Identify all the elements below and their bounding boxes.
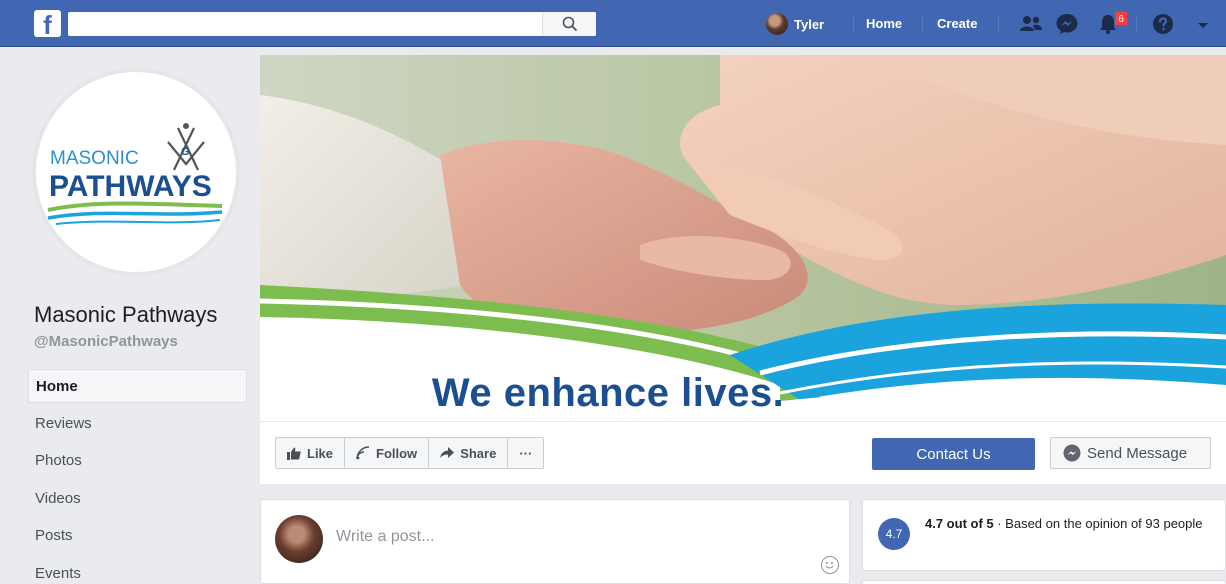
divider bbox=[998, 16, 999, 32]
tab-videos[interactable]: Videos bbox=[28, 482, 247, 520]
tab-home[interactable]: Home bbox=[28, 369, 247, 403]
profile-link[interactable]: Tyler bbox=[766, 13, 824, 35]
rating-headline: 4.7 out of 5 bbox=[925, 516, 994, 531]
tab-posts[interactable]: Posts bbox=[28, 519, 247, 557]
logo-text-bottom: PATHWAYS bbox=[49, 170, 212, 203]
friends-icon[interactable] bbox=[1018, 13, 1042, 35]
square-compass-emblem-icon: G bbox=[167, 123, 205, 171]
logo-text-top: MASONIC bbox=[50, 148, 139, 169]
rating-score-badge: 4.7 bbox=[878, 518, 910, 550]
masonic-pathways-logo: MASONIC PATHWAYS G bbox=[47, 123, 223, 225]
more-options-button[interactable]: ··· bbox=[508, 438, 543, 468]
avatar bbox=[275, 515, 323, 563]
page-sidebar: MASONIC PATHWAYS G Masonic Pathways @Mas… bbox=[0, 47, 260, 584]
search-input[interactable] bbox=[68, 12, 544, 36]
help-icon[interactable] bbox=[1152, 13, 1176, 35]
like-label: Like bbox=[307, 445, 334, 461]
share-arrow-icon bbox=[440, 447, 455, 458]
avatar bbox=[766, 13, 788, 35]
user-name: Tyler bbox=[794, 16, 825, 32]
follow-label: Follow bbox=[376, 445, 418, 461]
page-name[interactable]: Masonic Pathways bbox=[34, 302, 217, 328]
notification-count-badge: 6 bbox=[1114, 11, 1128, 26]
search-icon bbox=[562, 16, 578, 32]
dropdown-icon[interactable] bbox=[1196, 13, 1210, 35]
search-bar bbox=[68, 12, 596, 36]
messenger-icon[interactable] bbox=[1055, 13, 1079, 35]
cover-tagline: We enhance lives. bbox=[431, 371, 785, 415]
search-button[interactable] bbox=[542, 12, 596, 36]
send-message-button[interactable]: Send Message bbox=[1050, 437, 1211, 469]
rating-detail: · Based on the opinion of 93 people bbox=[993, 516, 1203, 531]
post-composer: Write a post... bbox=[260, 499, 850, 584]
write-post-input[interactable]: Write a post... bbox=[336, 528, 434, 546]
thumbs-up-icon bbox=[287, 447, 301, 460]
follow-button[interactable]: Follow bbox=[345, 438, 430, 468]
rss-follow-icon bbox=[356, 446, 370, 460]
tab-events[interactable]: Events bbox=[28, 557, 247, 584]
share-button[interactable]: Share bbox=[429, 438, 509, 468]
divider bbox=[922, 16, 923, 32]
divider bbox=[1136, 16, 1137, 32]
page-action-buttons: Like Follow Share ··· bbox=[275, 437, 545, 469]
like-button[interactable]: Like bbox=[276, 438, 346, 468]
share-label: Share bbox=[460, 445, 497, 461]
cover-photo[interactable]: We enhance lives. bbox=[260, 55, 1226, 421]
more-options-icon: ··· bbox=[519, 445, 533, 461]
page-profile-picture[interactable]: MASONIC PATHWAYS G bbox=[32, 68, 240, 276]
page-tabs: Home Reviews Photos Videos Posts Events bbox=[28, 369, 247, 584]
nav-home-link[interactable]: Home bbox=[866, 13, 902, 35]
holding-hands-photo bbox=[260, 55, 1226, 421]
page-handle[interactable]: @MasonicPathways bbox=[34, 333, 178, 350]
messenger-icon bbox=[1063, 444, 1081, 462]
tab-reviews[interactable]: Reviews bbox=[28, 407, 247, 445]
emoji-icon[interactable] bbox=[821, 556, 839, 574]
divider bbox=[853, 16, 854, 32]
facebook-logo-icon[interactable]: f bbox=[34, 10, 61, 37]
rating-summary-card: 4.7 4.7 out of 5 · Based on the opinion … bbox=[862, 499, 1226, 571]
contact-us-button[interactable]: Contact Us bbox=[872, 438, 1035, 470]
page-action-bar: Like Follow Share ··· Contact Us Send Me… bbox=[260, 421, 1226, 484]
send-message-label: Send Message bbox=[1087, 444, 1188, 462]
emblem-letter: G bbox=[181, 146, 190, 158]
rating-text[interactable]: 4.7 out of 5 · Based on the opinion of 9… bbox=[925, 515, 1215, 532]
nav-create-link[interactable]: Create bbox=[937, 13, 977, 35]
tab-photos[interactable]: Photos bbox=[28, 444, 247, 482]
top-navigation-bar: f Tyler Home Create 6 bbox=[0, 0, 1226, 47]
side-card bbox=[862, 580, 1226, 584]
